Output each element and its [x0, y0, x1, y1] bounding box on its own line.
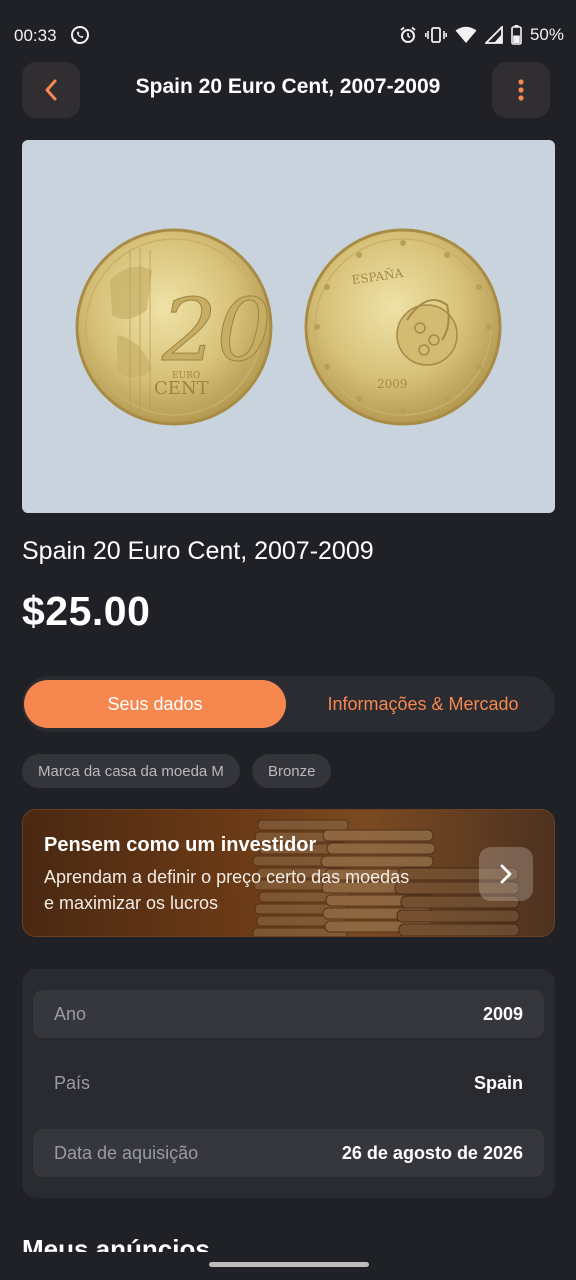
wifi-icon: [455, 26, 477, 43]
status-bar: 00:33 50%: [0, 0, 576, 72]
detail-row-year: Ano 2009: [33, 990, 544, 1038]
signal-icon: [484, 26, 503, 44]
coin-title: Spain 20 Euro Cent, 2007-2009: [22, 537, 374, 565]
svg-text:20: 20: [161, 281, 271, 381]
vibrate-icon: [424, 27, 447, 43]
chip-material[interactable]: Bronze: [251, 754, 332, 788]
battery-percentage: 50%: [529, 25, 564, 44]
coin-price: $25.00: [22, 588, 151, 634]
tab-bar: Seus dados Informações & Mercado: [22, 676, 555, 732]
coin-common-side: 20 EURO CENT: [75, 228, 273, 426]
detail-row-country: País Spain: [33, 1059, 544, 1107]
section-title-my-listings: Meus anúncios: [22, 1234, 210, 1252]
tab-informacoes-mercado[interactable]: Informações & Mercado: [294, 680, 552, 728]
detail-label: Data de aquisição: [54, 1142, 199, 1163]
svg-text:CENT: CENT: [154, 378, 209, 399]
svg-text:2009: 2009: [377, 377, 408, 391]
coin-photo: 20 EURO CENT ESPAÑA 2009: [75, 228, 502, 426]
alarm-icon: [400, 26, 416, 43]
detail-label: País: [54, 1072, 91, 1093]
attribute-chips: Marca da casa da moeda M Bronze: [22, 754, 332, 788]
chip-mint-mark[interactable]: Marca da casa da moeda M: [22, 754, 240, 788]
status-time: 00:33: [14, 26, 57, 45]
more-vertical-icon: [518, 79, 524, 101]
battery-icon: [511, 25, 522, 45]
detail-value: Spain: [473, 1072, 523, 1093]
promo-title: Pensem como um investidor: [44, 834, 317, 856]
promo-arrow-button[interactable]: [479, 847, 533, 901]
page-title: Spain 20 Euro Cent, 2007-2009: [135, 75, 441, 98]
tab-seus-dados[interactable]: Seus dados: [24, 680, 286, 728]
chevron-right-icon: [500, 864, 512, 884]
promo-description: Aprendam a definir o preço certo das moe…: [44, 867, 410, 913]
detail-row-acquisition-date: Data de aquisição 26 de agosto de 2026: [33, 1129, 544, 1177]
coin-details-card: Ano 2009 País Spain Data de aquisição 26…: [22, 969, 555, 1198]
coin-image[interactable]: 20 EURO CENT ESPAÑA 2009: [22, 140, 555, 513]
coin-national-side: ESPAÑA 2009: [304, 228, 502, 426]
more-options-button[interactable]: [492, 62, 550, 118]
home-indicator[interactable]: [209, 1262, 369, 1267]
investor-promo-banner[interactable]: Pensem como um investidor Aprendam a def…: [22, 809, 555, 937]
detail-value: 26 de agosto de 2026: [341, 1142, 523, 1163]
detail-label: Ano: [54, 1003, 87, 1024]
whatsapp-icon: [71, 26, 89, 44]
detail-value: 2009: [482, 1003, 523, 1024]
